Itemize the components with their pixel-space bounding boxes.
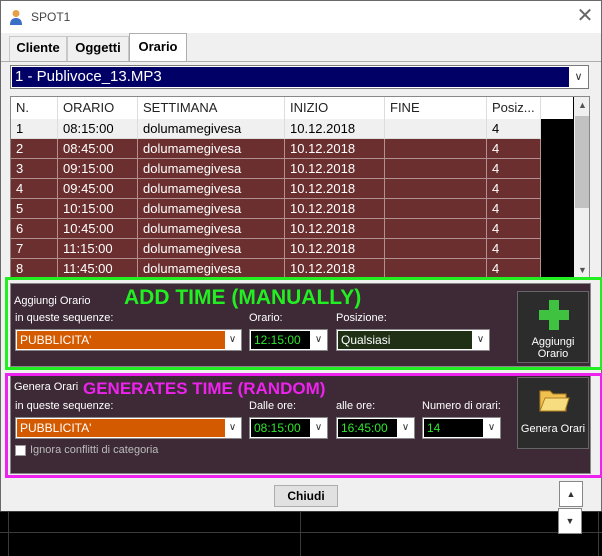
cell-posizione: 4: [487, 219, 541, 239]
cell-inizio: 10.12.2018: [285, 259, 385, 277]
table-row[interactable]: 6 10:45:00 dolumamegivesa 10.12.2018 4: [11, 219, 573, 239]
user-icon: [10, 10, 22, 25]
scroll-down-icon[interactable]: ▼: [558, 508, 582, 534]
cell-orario: 10:45:00: [58, 219, 138, 239]
title-bar: SPOT1 ✕: [1, 1, 601, 33]
background-line: [0, 532, 602, 533]
tab-cliente[interactable]: Cliente: [9, 36, 67, 61]
add-time-annotation: ADD TIME (MANUALLY): [124, 286, 362, 309]
spot-window: SPOT1 ✕ Cliente Oggetti Orario 1 - Publi…: [0, 0, 602, 511]
cell-inizio: 10.12.2018: [285, 199, 385, 219]
cell-fine: [385, 259, 487, 277]
cell-color: [541, 239, 573, 259]
cell-settimana: dolumamegivesa: [138, 179, 285, 199]
cell-n: 3: [11, 159, 58, 179]
window-title: SPOT1: [31, 10, 71, 24]
cell-orario: 11:15:00: [58, 239, 138, 259]
column-header-inizio[interactable]: INIZIO: [285, 97, 385, 119]
cell-n: 8: [11, 259, 58, 277]
table-row[interactable]: 4 09:45:00 dolumamegivesa 10.12.2018 4: [11, 179, 573, 199]
cell-posizione: 4: [487, 179, 541, 199]
file-combo[interactable]: 1 - Publivoce_13.MP3 ∨: [10, 65, 589, 89]
cell-fine: [385, 239, 487, 259]
tab-strip: Cliente Oggetti Orario: [1, 33, 601, 62]
cell-color: [541, 139, 573, 159]
cell-color: [541, 179, 573, 199]
cell-inizio: 10.12.2018: [285, 139, 385, 159]
scroll-up-icon[interactable]: ▲: [574, 97, 589, 114]
chevron-down-icon[interactable]: ∨: [569, 66, 588, 88]
cell-fine: [385, 179, 487, 199]
cell-color: [541, 199, 573, 219]
cell-inizio: 10.12.2018: [285, 119, 385, 139]
table-row[interactable]: 5 10:15:00 dolumamegivesa 10.12.2018 4: [11, 199, 573, 219]
column-header-n[interactable]: N.: [11, 97, 58, 119]
cell-settimana: dolumamegivesa: [138, 139, 285, 159]
cell-inizio: 10.12.2018: [285, 219, 385, 239]
cell-color: [541, 259, 573, 277]
cell-orario: 08:45:00: [58, 139, 138, 159]
cell-posizione: 4: [487, 139, 541, 159]
background-line: [0, 511, 602, 512]
cell-n: 2: [11, 139, 58, 159]
cell-settimana: dolumamegivesa: [138, 159, 285, 179]
table-row[interactable]: 7 11:15:00 dolumamegivesa 10.12.2018 4: [11, 239, 573, 259]
cell-fine: [385, 199, 487, 219]
file-combo-value: 1 - Publivoce_13.MP3: [12, 67, 569, 87]
cell-settimana: dolumamegivesa: [138, 199, 285, 219]
cell-posizione: 4: [487, 259, 541, 277]
cell-orario: 11:45:00: [58, 259, 138, 277]
cell-fine: [385, 159, 487, 179]
close-icon[interactable]: ✕: [573, 5, 597, 29]
cell-orario: 08:15:00: [58, 119, 138, 139]
cell-posizione: 4: [487, 119, 541, 139]
cell-n: 5: [11, 199, 58, 219]
cell-fine: [385, 139, 487, 159]
cell-fine: [385, 119, 487, 139]
scroll-down-icon[interactable]: ▼: [574, 262, 589, 277]
cell-posizione: 4: [487, 199, 541, 219]
generate-annotation: GENERATES TIME (RANDOM): [83, 379, 326, 398]
cell-color: [541, 119, 573, 139]
cell-settimana: dolumamegivesa: [138, 119, 285, 139]
tab-orario[interactable]: Orario: [129, 33, 187, 62]
schedule-grid: N. ORARIO SETTIMANA INIZIO FINE Posiz...…: [10, 96, 590, 278]
cell-settimana: dolumamegivesa: [138, 219, 285, 239]
cell-posizione: 4: [487, 159, 541, 179]
column-header-fine[interactable]: FINE: [385, 97, 487, 119]
cell-inizio: 10.12.2018: [285, 159, 385, 179]
table-row[interactable]: 8 11:45:00 dolumamegivesa 10.12.2018 4: [11, 259, 573, 277]
cell-inizio: 10.12.2018: [285, 239, 385, 259]
table-row[interactable]: 3 09:15:00 dolumamegivesa 10.12.2018 4: [11, 159, 573, 179]
table-row[interactable]: 2 08:45:00 dolumamegivesa 10.12.2018 4: [11, 139, 573, 159]
tab-oggetti[interactable]: Oggetti: [67, 36, 129, 61]
cell-orario: 09:45:00: [58, 179, 138, 199]
scroll-up-icon[interactable]: ▲: [559, 481, 583, 507]
chiudi-button[interactable]: Chiudi: [274, 485, 338, 507]
grid-header: N. ORARIO SETTIMANA INIZIO FINE Posiz...: [11, 97, 573, 119]
cell-settimana: dolumamegivesa: [138, 239, 285, 259]
cell-color: [541, 159, 573, 179]
scroll-thumb[interactable]: [575, 116, 589, 208]
cell-settimana: dolumamegivesa: [138, 259, 285, 277]
background-line: [8, 511, 9, 556]
cell-n: 4: [11, 179, 58, 199]
column-header-blank: [541, 97, 573, 119]
cell-inizio: 10.12.2018: [285, 179, 385, 199]
column-header-settimana[interactable]: SETTIMANA: [138, 97, 285, 119]
grid-scrollbar[interactable]: ▲ ▼: [574, 97, 589, 277]
column-header-posizione[interactable]: Posiz...: [487, 97, 541, 119]
column-header-orario[interactable]: ORARIO: [58, 97, 138, 119]
cell-n: 1: [11, 119, 58, 139]
cell-posizione: 4: [487, 239, 541, 259]
cell-orario: 09:15:00: [58, 159, 138, 179]
cell-orario: 10:15:00: [58, 199, 138, 219]
table-row[interactable]: 1 08:15:00 dolumamegivesa 10.12.2018 4: [11, 119, 573, 139]
cell-fine: [385, 219, 487, 239]
cell-n: 7: [11, 239, 58, 259]
cell-color: [541, 219, 573, 239]
background-line: [300, 511, 301, 556]
cell-n: 6: [11, 219, 58, 239]
